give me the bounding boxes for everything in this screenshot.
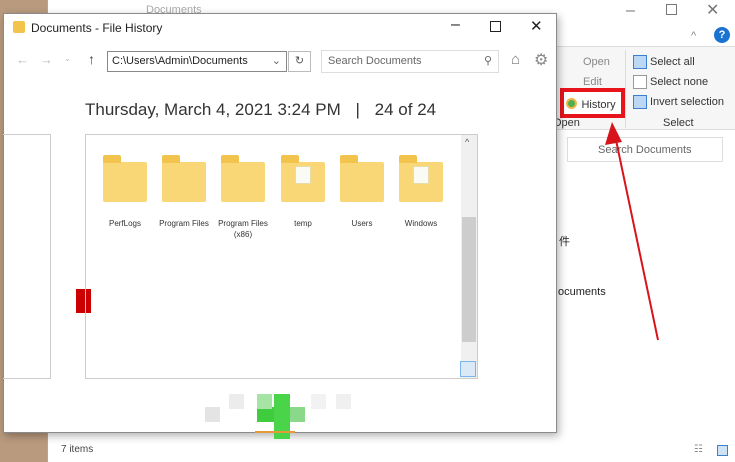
home-icon[interactable]: ⌂	[511, 51, 520, 68]
address-bar[interactable]: C:\Users\Admin\Documents ⌄	[107, 51, 287, 72]
settings-gear-icon[interactable]: ⚙	[534, 50, 548, 70]
thumbnail-view-icon[interactable]	[460, 361, 476, 377]
version-header: Thursday, March 4, 2021 3:24 PM | 24 of …	[85, 100, 437, 119]
minimize-button[interactable]: –	[451, 16, 460, 34]
previous-version-button[interactable]	[205, 407, 220, 422]
next-version-button[interactable]	[336, 394, 351, 409]
maximize-button[interactable]	[490, 21, 501, 32]
version-counter: 24 of 24	[374, 100, 437, 119]
placeholder-pixel	[229, 394, 244, 409]
back-button[interactable]: ←	[16, 52, 29, 67]
file-history-window: Documents - File History – ✕ ← → ⌄ ↑ C:\…	[3, 13, 557, 439]
address-dropdown-icon[interactable]: ⌄	[272, 54, 281, 67]
scroll-up-icon[interactable]: ^	[465, 137, 469, 147]
search-icon: ⚲	[483, 55, 492, 67]
previous-version-pane[interactable]	[3, 134, 51, 379]
recent-dropdown-icon[interactable]: ⌄	[64, 54, 71, 63]
folder-icon	[399, 155, 443, 202]
refresh-button[interactable]: ↻	[288, 51, 311, 72]
placeholder-pixel	[311, 394, 326, 409]
scrollbar-thumb[interactable]	[462, 217, 476, 342]
forward-button[interactable]: →	[40, 52, 53, 67]
snapshot-date: Thursday, March 4, 2021 3:24 PM	[85, 100, 341, 119]
vertical-scrollbar[interactable]: ^	[461, 135, 477, 378]
version-navigation	[199, 389, 359, 439]
window-title: Documents - File History	[31, 21, 163, 35]
up-button[interactable]: ↑	[88, 51, 95, 67]
search-input[interactable]: Search Documents ⚲	[321, 50, 499, 73]
file-history-app-icon	[13, 21, 25, 33]
close-button[interactable]: ✕	[530, 17, 543, 35]
restore-underline	[255, 431, 295, 433]
folder-icon	[162, 155, 206, 202]
current-version-pane: ^ PerfLogs Program Files Program Files (…	[85, 134, 478, 379]
folder-icon	[281, 155, 325, 202]
folder-icon	[103, 155, 147, 202]
folder-icon	[340, 155, 384, 202]
restore-button[interactable]	[257, 407, 274, 422]
folder-icon	[221, 155, 265, 202]
